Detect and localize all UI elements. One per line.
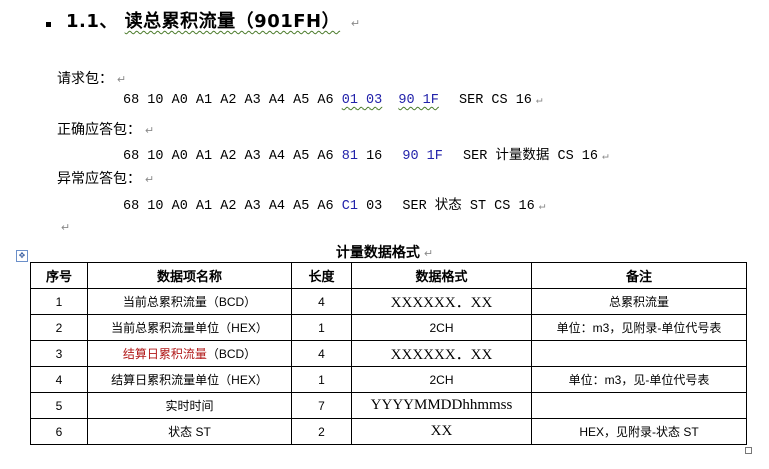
request-blue-b: 90 1F bbox=[398, 93, 439, 108]
cell-length: 2 bbox=[291, 418, 352, 445]
table-row: 4 结算日累积流量单位（HEX） 1 2CH 单位：m3，见-单位代号表 bbox=[30, 366, 747, 393]
table-row: 1 当前总累积流量（BCD） 4 XXXXXX．XX 总累积流量 bbox=[30, 288, 747, 315]
request-blue-a: 01 03 bbox=[341, 93, 383, 108]
ack-mid: 16 bbox=[366, 149, 383, 164]
cell-format: XX bbox=[351, 418, 532, 445]
cell-no: 6 bbox=[30, 418, 88, 445]
cell-no: 4 bbox=[30, 366, 88, 393]
table-row: 2 当前总累积流量单位（HEX） 1 2CH 单位：m3，见附录-单位代号表 bbox=[30, 314, 747, 341]
nak-mid: 03 bbox=[366, 199, 383, 214]
table-header-row: 序号 数据项名称 长度 数据格式 备注 bbox=[30, 262, 747, 289]
header-format: 数据格式 bbox=[351, 262, 532, 289]
table-title: 计量数据格式 ↵ bbox=[335, 245, 434, 261]
cell-note bbox=[531, 340, 747, 367]
cell-no: 5 bbox=[30, 392, 88, 419]
heading-bullet bbox=[46, 22, 51, 27]
heading-title: 读总累积流量（901FH） bbox=[124, 11, 341, 32]
header-length: 长度 bbox=[291, 262, 352, 289]
ack-bytes: 68 10 A0 A1 A2 A3 A4 A5 A6 bbox=[123, 149, 334, 164]
ack-blue-b: 90 1F bbox=[402, 149, 443, 164]
cell-name-red: 结算日累积流量 bbox=[122, 347, 207, 361]
nak-tail: SER 状态 ST CS 16 bbox=[402, 199, 535, 214]
cell-no: 2 bbox=[30, 314, 88, 341]
ack-packet: 68 10 A0 A1 A2 A3 A4 A5 A6 81 16 90 1F S… bbox=[123, 149, 609, 164]
nak-packet: 68 10 A0 A1 A2 A3 A4 A5 A6 C1 03 SER 状态 … bbox=[123, 199, 546, 214]
nak-bytes: 68 10 A0 A1 A2 A3 A4 A5 A6 bbox=[123, 199, 334, 214]
heading-number: 1.1、 bbox=[66, 11, 118, 32]
cell-note bbox=[531, 392, 747, 419]
cell-name: 状态 ST bbox=[87, 418, 292, 445]
empty-paragraph: ↵ bbox=[61, 222, 71, 234]
ack-label: 正确应答包： ↵ bbox=[57, 121, 155, 137]
request-label: 请求包： ↵ bbox=[57, 70, 127, 86]
cell-format: XXXXXX．XX bbox=[351, 340, 532, 367]
ack-tail: SER 计量数据 CS 16 bbox=[463, 149, 599, 164]
cell-length: 1 bbox=[291, 366, 352, 393]
request-packet: 68 10 A0 A1 A2 A3 A4 A5 A6 01 03 90 1F S… bbox=[123, 93, 543, 108]
cell-note: HEX，见附录-状态 ST bbox=[531, 418, 747, 445]
cell-name: 当前总累积流量（BCD） bbox=[87, 288, 292, 315]
cell-no: 3 bbox=[30, 340, 88, 367]
table-row: 3 结算日累积流量（BCD） 4 XXXXXX．XX bbox=[30, 340, 747, 367]
cell-name: 结算日累积流量单位（HEX） bbox=[87, 366, 292, 393]
nak-blue-a: C1 bbox=[341, 199, 358, 214]
cell-length: 4 bbox=[291, 288, 352, 315]
section-heading: 1.1、 读总累积流量（901FH） ↵ bbox=[66, 7, 361, 33]
request-bytes: 68 10 A0 A1 A2 A3 A4 A5 A6 bbox=[123, 93, 334, 108]
header-name: 数据项名称 bbox=[87, 262, 292, 289]
cell-name: 当前总累积流量单位（HEX） bbox=[87, 314, 292, 341]
data-format-table: 序号 数据项名称 长度 数据格式 备注 1 当前总累积流量（BCD） 4 XXX… bbox=[30, 262, 747, 445]
cell-length: 1 bbox=[291, 314, 352, 341]
cell-name: 实时时间 bbox=[87, 392, 292, 419]
header-no: 序号 bbox=[30, 262, 88, 289]
cell-format: 2CH bbox=[351, 314, 532, 341]
cell-length: 4 bbox=[291, 340, 352, 367]
cell-format: YYYYMMDDhhmmss bbox=[351, 392, 532, 419]
cell-name: 结算日累积流量（BCD） bbox=[87, 340, 292, 367]
header-note: 备注 bbox=[531, 262, 747, 289]
cell-length: 7 bbox=[291, 392, 352, 419]
table-row: 5 实时时间 7 YYYYMMDDhhmmss bbox=[30, 392, 747, 419]
request-tail: SER CS 16 bbox=[459, 93, 532, 108]
cell-note: 总累积流量 bbox=[531, 288, 747, 315]
cell-format: 2CH bbox=[351, 366, 532, 393]
table-resize-handle[interactable] bbox=[745, 447, 752, 454]
cell-no: 1 bbox=[30, 288, 88, 315]
cell-format: XXXXXX．XX bbox=[351, 288, 532, 315]
cell-note: 单位：m3，见-单位代号表 bbox=[531, 366, 747, 393]
paragraph-mark-icon: ↵ bbox=[350, 17, 361, 30]
cell-name-rest: （BCD） bbox=[206, 347, 257, 361]
nak-label: 异常应答包： ↵ bbox=[57, 170, 155, 186]
cell-note: 单位：m3，见附录-单位代号表 bbox=[531, 314, 747, 341]
table-row: 6 状态 ST 2 XX HEX，见附录-状态 ST bbox=[30, 418, 747, 445]
ack-blue-a: 81 bbox=[341, 149, 358, 164]
